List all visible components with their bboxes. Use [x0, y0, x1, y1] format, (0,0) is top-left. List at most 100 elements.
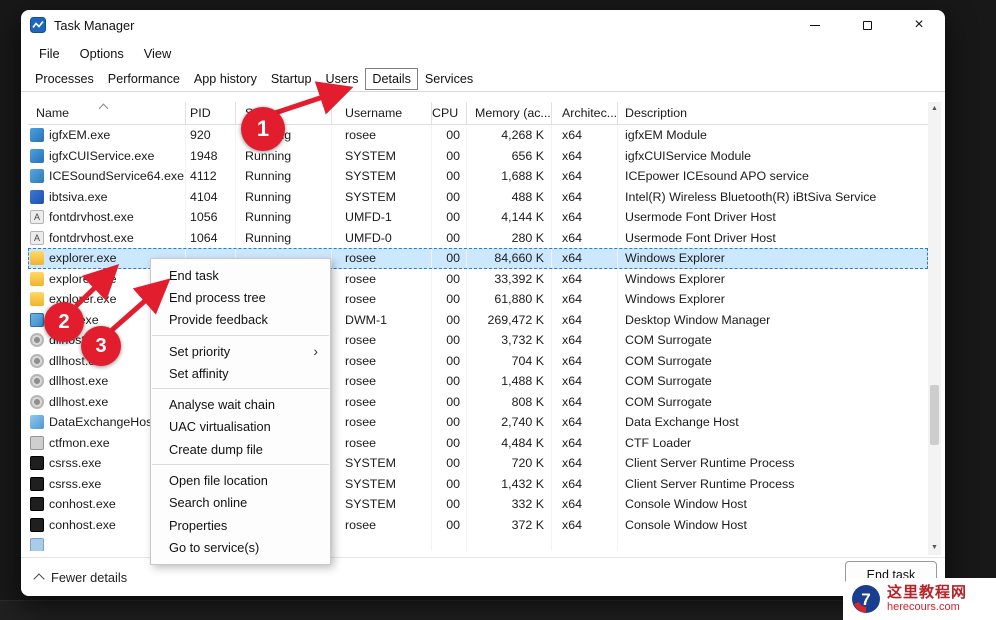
tab-startup[interactable]: Startup: [264, 68, 319, 90]
cell-pid: 1948: [186, 145, 236, 166]
tab-users[interactable]: Users: [319, 68, 366, 90]
menu-separator: [152, 388, 329, 390]
column-header-username[interactable]: Username: [332, 102, 432, 124]
cell-architecture: x64: [552, 514, 618, 535]
cell-username: rosee: [332, 268, 432, 289]
font-icon: [30, 210, 44, 225]
cell-username: rosee: [332, 371, 432, 392]
window-icon: [30, 312, 44, 327]
column-header-cpu[interactable]: CPU: [432, 102, 467, 124]
table-row[interactable]: fontdrvhost.exe 1064 Running UMFD-0 00 2…: [28, 227, 928, 248]
table-header: NamePIDStatusUsernameCPUMemory (ac...Arc…: [28, 102, 928, 125]
cell-username: SYSTEM: [332, 166, 432, 187]
cell-architecture: x64: [552, 268, 618, 289]
fewer-details-toggle[interactable]: Fewer details: [33, 570, 127, 585]
tab-processes[interactable]: Processes: [28, 68, 101, 90]
cell-username: rosee: [332, 432, 432, 453]
console-icon: [30, 517, 44, 532]
table-row[interactable]: ibtsiva.exe 4104 Running SYSTEM 00 488 K…: [28, 186, 928, 207]
scroll-down-icon[interactable]: ▼: [928, 541, 941, 555]
minimize-button[interactable]: [789, 10, 841, 40]
table-row[interactable]: ICESoundService64.exe 4112 Running SYSTE…: [28, 166, 928, 187]
menu-item-properties[interactable]: Properties ›: [151, 514, 330, 536]
cell-pid: 1056: [186, 207, 236, 228]
cell-pid: 1064: [186, 227, 236, 248]
column-header-description[interactable]: Description: [618, 102, 928, 124]
scroll-thumb[interactable]: [930, 385, 939, 445]
menu-item-end-process-tree[interactable]: End process tree ›: [151, 286, 330, 308]
menu-item-uac-virtualisation[interactable]: UAC virtualisation ›: [151, 416, 330, 438]
tab-app-history[interactable]: App history: [187, 68, 264, 90]
cell-pid: 4112: [186, 166, 236, 187]
menu-item-analyse-wait-chain[interactable]: Analyse wait chain ›: [151, 393, 330, 415]
cell-description: COM Surrogate: [625, 394, 712, 409]
menu-options[interactable]: Options: [70, 46, 134, 61]
menu-item-search-online[interactable]: Search online ›: [151, 492, 330, 514]
cell-cpu: 00: [432, 145, 467, 166]
title-bar[interactable]: Task Manager ×: [21, 10, 945, 40]
console-icon: [30, 456, 44, 471]
cell-memory: 3,732 K: [467, 330, 552, 351]
cell-status: Running: [236, 166, 332, 187]
table-row[interactable]: fontdrvhost.exe 1056 Running UMFD-1 00 4…: [28, 207, 928, 228]
cell-username: SYSTEM: [332, 145, 432, 166]
menu-item-end-task[interactable]: End task ›: [151, 264, 330, 286]
cell-username: DWM-1: [332, 309, 432, 330]
annotation-step-1: 1: [241, 107, 285, 151]
cell-description: Windows Explorer: [625, 271, 725, 286]
column-header-architec[interactable]: Architec...: [552, 102, 618, 124]
tab-services[interactable]: Services: [418, 68, 480, 90]
cell-memory: 4,484 K: [467, 432, 552, 453]
close-button[interactable]: ×: [893, 10, 945, 40]
menu-separator: [152, 334, 329, 336]
cell-cpu: 00: [432, 330, 467, 351]
column-header-pid[interactable]: PID: [186, 102, 236, 124]
cell-cpu: 00: [432, 350, 467, 371]
column-header-name[interactable]: Name: [28, 102, 186, 124]
cell-username: rosee: [332, 412, 432, 433]
folder-icon: [30, 251, 44, 266]
cell-cpu: 00: [432, 166, 467, 187]
cell-description: [618, 535, 928, 551]
cell-architecture: x64: [552, 289, 618, 310]
cell-description: COM Surrogate: [625, 374, 712, 388]
menu-item-create-dump-file[interactable]: Create dump file ›: [151, 438, 330, 460]
tab-bar: Processes Performance App history Startup Us…: [21, 66, 945, 92]
app-icon: [30, 538, 44, 551]
cell-cpu: 00: [432, 186, 467, 207]
chip-icon: [30, 148, 44, 163]
cell-memory: 2,740 K: [467, 412, 552, 433]
cell-memory: 1,488 K: [467, 371, 552, 392]
menu-item-set-priority[interactable]: Set priority ›: [151, 340, 330, 362]
cell-username: SYSTEM: [332, 186, 432, 207]
cell-cpu: [432, 535, 467, 551]
cell-description: Windows Explorer: [625, 292, 725, 306]
cell-architecture: x64: [552, 350, 618, 371]
table-row[interactable]: igfxCUIService.exe 1948 Running SYSTEM 0…: [28, 145, 928, 166]
tab-performance[interactable]: Performance: [101, 68, 187, 90]
cell-memory: 656 K: [467, 145, 552, 166]
folder-icon: [30, 271, 44, 286]
maximize-button[interactable]: [841, 10, 893, 40]
column-header-memory-ac[interactable]: Memory (ac...: [467, 102, 552, 124]
table-row[interactable]: igfxEM.exe 920 Running rosee 00 4,268 K …: [28, 125, 928, 146]
bluetooth-icon: [30, 189, 44, 204]
scrollbar[interactable]: ▲ ▼: [928, 102, 941, 555]
menu-view[interactable]: View: [134, 46, 182, 61]
tab-details[interactable]: Details: [365, 67, 418, 90]
cell-pid: 4104: [186, 186, 236, 207]
scroll-up-icon[interactable]: ▲: [928, 102, 941, 116]
cell-cpu: 00: [432, 494, 467, 515]
gear-icon: [30, 394, 44, 409]
task-manager-window: Task Manager × File Options View Processes…: [21, 10, 945, 596]
cell-description: igfxEM Module: [625, 128, 707, 142]
cell-description: Usermode Font Driver Host: [625, 210, 776, 224]
menu-file[interactable]: File: [29, 46, 70, 61]
chip-icon: [30, 128, 44, 143]
menu-item-provide-feedback[interactable]: Provide feedback ›: [151, 309, 330, 331]
console-icon: [30, 476, 44, 491]
cell-pid: 920: [186, 125, 236, 146]
menu-item-open-file-location[interactable]: Open file location ›: [151, 469, 330, 491]
menu-item-set-affinity[interactable]: Set affinity ›: [151, 362, 330, 384]
menu-item-go-to-service-s[interactable]: Go to service(s) ›: [151, 536, 330, 558]
